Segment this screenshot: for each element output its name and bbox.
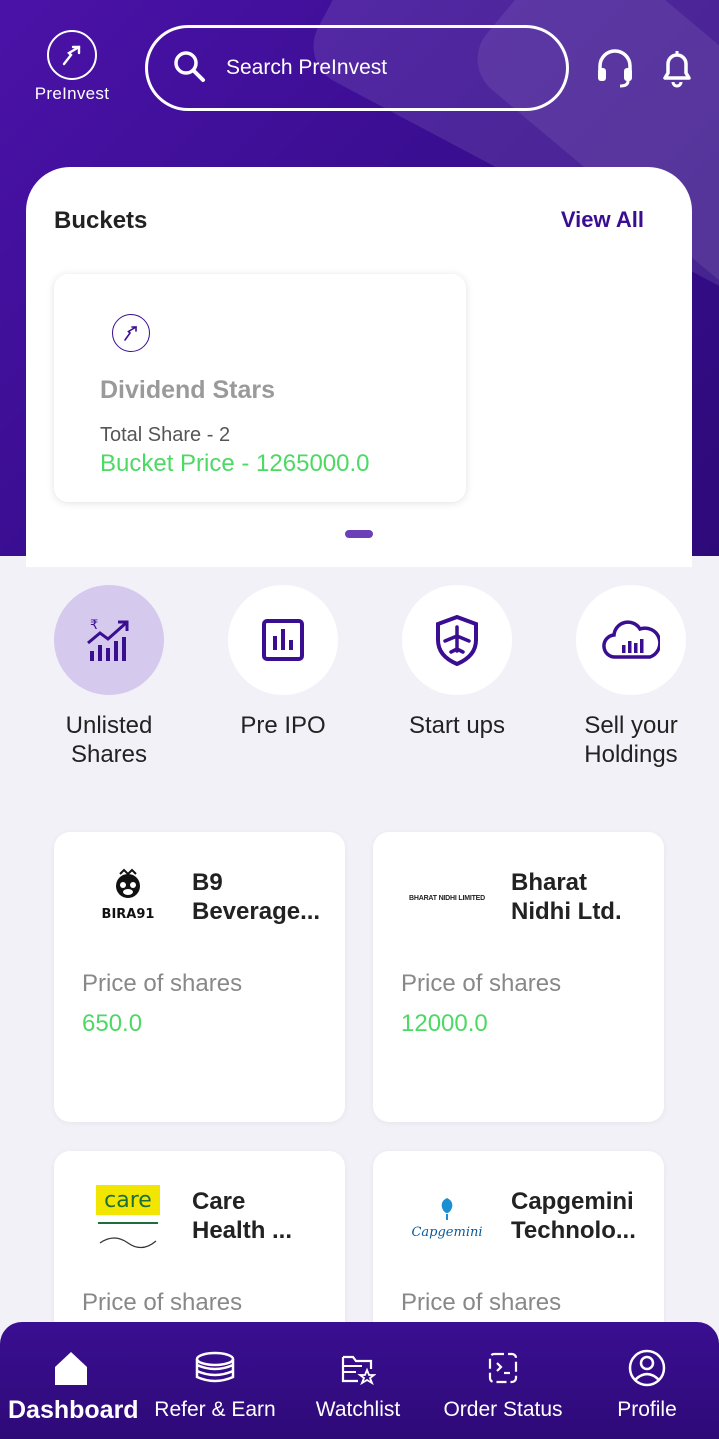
- bira-logo-text: BIRA91: [102, 907, 155, 922]
- capgemini-logo-text: Capgemini: [411, 1225, 482, 1240]
- svg-text:₹: ₹: [90, 618, 98, 633]
- stock-card-b9-beverages[interactable]: BIRA91 B9 Beverage... Price of shares 650…: [54, 832, 345, 1122]
- capgemini-logo: Capgemini: [401, 1181, 493, 1253]
- stock-card-bharat-nidhi[interactable]: BHARAT NIDHI LIMITED Bharat Nidhi Ltd. Pr…: [373, 832, 664, 1122]
- price-label: Price of shares: [82, 970, 243, 997]
- search-bar[interactable]: Search PreInvest: [145, 25, 569, 111]
- nav-label: Dashboard: [8, 1396, 139, 1424]
- bira91-logo: BIRA91: [82, 862, 174, 934]
- category-label-line2: Holdings: [584, 741, 678, 768]
- category-start-ups[interactable]: Start ups: [401, 585, 513, 740]
- nav-watchlist[interactable]: Watchlist: [300, 1348, 416, 1422]
- logo-text: PreInvest: [34, 84, 110, 103]
- nav-dashboard[interactable]: Dashboard: [8, 1348, 139, 1425]
- profile-icon: [600, 1348, 694, 1388]
- home-icon: [8, 1348, 134, 1388]
- logo-arrow-icon: [47, 30, 97, 80]
- stock-name-line2: Health ...: [192, 1217, 293, 1244]
- app-logo[interactable]: PreInvest: [26, 30, 118, 104]
- bucket-logo-icon: [112, 314, 150, 352]
- coins-icon: [150, 1348, 280, 1388]
- nav-label: Watchlist: [315, 1398, 401, 1421]
- carousel-indicator: [345, 530, 373, 538]
- nav-label: Refer & Earn: [154, 1398, 276, 1421]
- bucket-card[interactable]: Dividend Stars Total Share - 2 Bucket Pr…: [54, 274, 466, 502]
- bucket-name: Dividend Stars: [100, 376, 276, 404]
- price-value: 650.0: [82, 1010, 143, 1037]
- shield-plane-icon: [402, 585, 512, 695]
- nav-refer-earn[interactable]: Refer & Earn: [150, 1348, 280, 1422]
- search-icon: [172, 49, 206, 88]
- nav-profile[interactable]: Profile: [600, 1348, 694, 1422]
- category-label: Start ups: [408, 712, 506, 739]
- view-all-link[interactable]: View All: [561, 207, 644, 233]
- category-pre-ipo[interactable]: Pre IPO: [227, 585, 339, 740]
- bar-chart-icon: [228, 585, 338, 695]
- stock-name-line1: Capgemini: [511, 1188, 634, 1215]
- rupee-chart-icon: ₹: [54, 585, 164, 695]
- category-label-line1: Unlisted: [65, 712, 153, 739]
- nav-label: Order Status: [443, 1398, 563, 1421]
- stock-name-line2: Nidhi Ltd.: [511, 898, 622, 925]
- section-title: Buckets: [54, 207, 148, 234]
- stock-name-line1: B9: [192, 869, 223, 896]
- price-label: Price of shares: [82, 1289, 243, 1316]
- stock-name-line1: Care: [192, 1188, 246, 1215]
- price-label: Price of shares: [401, 1289, 562, 1316]
- stock-name-line2: Technolo...: [511, 1217, 636, 1244]
- headset-icon[interactable]: [594, 46, 636, 88]
- category-label: Pre IPO: [240, 712, 326, 739]
- watchlist-icon: [300, 1348, 416, 1388]
- category-sell-holdings[interactable]: Sell your Holdings: [575, 585, 687, 769]
- nav-order-status[interactable]: Order Status: [436, 1348, 570, 1422]
- category-label-line2: Shares: [70, 741, 148, 768]
- nav-label: Profile: [617, 1398, 677, 1421]
- stock-name-line2: Beverage...: [192, 898, 321, 925]
- care-health-logo: care: [82, 1181, 174, 1253]
- price-value: 12000.0: [401, 1010, 488, 1037]
- bucket-price: Bucket Price - 1265000.0: [100, 450, 370, 477]
- price-label: Price of shares: [401, 970, 562, 997]
- bharat-nidhi-logo: BHARAT NIDHI LIMITED: [409, 894, 485, 902]
- care-logo-text: care: [104, 1188, 152, 1213]
- bell-icon[interactable]: [656, 46, 698, 88]
- bucket-total-share: Total Share - 2: [100, 424, 231, 446]
- bottom-navigation: Dashboard Refer & Earn Watchlist Order S…: [0, 1322, 719, 1439]
- search-placeholder: Search PreInvest: [226, 56, 388, 79]
- order-status-icon: [436, 1348, 570, 1388]
- stock-name-line1: Bharat: [511, 869, 588, 896]
- buckets-section: Buckets View All Dividend Stars Total Sh…: [26, 167, 692, 567]
- cloud-chart-icon: [576, 585, 686, 695]
- category-unlisted-shares[interactable]: ₹ Unlisted Shares: [53, 585, 165, 769]
- categories-section: ₹ Unlisted Shares Pre IPO Start ups Sell …: [26, 567, 692, 1439]
- category-label-line1: Sell your: [584, 712, 678, 739]
